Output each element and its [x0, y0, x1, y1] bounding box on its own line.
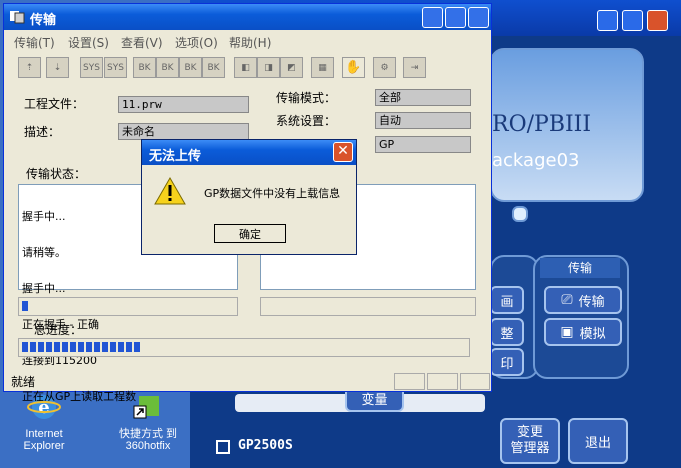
system-setting-label: 系统设置：: [276, 114, 337, 128]
progress-segment: [70, 342, 76, 352]
simulate-button[interactable]: ▣ 模拟: [544, 318, 622, 346]
tool-download-icon[interactable]: ⇣: [46, 57, 69, 78]
exit-button[interactable]: 退出: [568, 418, 628, 464]
progress-segment: [134, 342, 140, 352]
simulate-icon: ▣: [560, 324, 574, 340]
progress-segment: [62, 342, 68, 352]
logo-text: RO/PBIII: [492, 112, 592, 137]
bg-close-icon[interactable]: [647, 10, 668, 31]
transfer-mode-label: 传输模式：: [276, 91, 337, 105]
transfer-section-header: 传输: [540, 258, 620, 278]
project-file-label: 工程文件：: [24, 97, 85, 111]
tool-receive-icon[interactable]: ◨: [257, 57, 280, 78]
shortcut-label-line2: 360hotfix: [125, 440, 171, 452]
progress-segment: [38, 342, 44, 352]
status-pane-2: [427, 373, 458, 390]
status-pane-1: [394, 373, 425, 390]
bg-maximize-icon[interactable]: [622, 10, 643, 31]
progress-segment: [54, 342, 60, 352]
progress-segment: [126, 342, 132, 352]
transfer-button-label: 传输: [578, 294, 605, 310]
tool-hand-icon[interactable]: ✋: [342, 57, 365, 78]
tool-settings-icon[interactable]: ⚙: [373, 57, 396, 78]
close-icon[interactable]: [468, 7, 489, 28]
menu-view[interactable]: 查看(V): [121, 34, 163, 51]
change-manager-line1: 变更: [516, 425, 543, 440]
menu-options[interactable]: 选项(O): [175, 34, 218, 51]
bg-minimize-icon[interactable]: [597, 10, 618, 31]
partial-button-2[interactable]: 整: [490, 318, 524, 346]
tool-compare-icon[interactable]: ◩: [280, 57, 303, 78]
error-dialog-titlebar[interactable]: 无法上传 ✕: [142, 140, 356, 165]
slider-knob[interactable]: [512, 206, 528, 222]
tool-backup3-icon[interactable]: BK: [179, 57, 202, 78]
ie-label-line2: Explorer: [23, 440, 65, 452]
project-file-field: 11.prw: [118, 96, 249, 113]
tool-backup4-icon[interactable]: BK: [202, 57, 225, 78]
log-line: 握手中...: [22, 282, 66, 295]
status-progress-bar: [18, 297, 238, 316]
tool-sys-down-icon[interactable]: SYS: [104, 57, 127, 78]
ok-button[interactable]: 确定: [214, 224, 286, 243]
change-manager-button[interactable]: 变更 管理器: [500, 418, 560, 464]
partial-button-1[interactable]: 画: [490, 286, 524, 314]
progress-segment: [94, 342, 100, 352]
tool-send-icon[interactable]: ◧: [234, 57, 257, 78]
log-line: 正在从GP上读取工程数: [22, 390, 137, 403]
minimize-icon[interactable]: [422, 7, 443, 28]
progress-segment: [110, 342, 116, 352]
progress-segment: [46, 342, 52, 352]
transfer-window-title: 传输: [30, 13, 57, 28]
tool-sys-up-icon[interactable]: SYS: [80, 57, 103, 78]
description-label: 描述：: [24, 125, 61, 139]
progress-segment: [30, 342, 36, 352]
gp-model-icon: [216, 440, 230, 454]
warning-icon: [154, 176, 186, 206]
progress-segment: [102, 342, 108, 352]
shortcut-label-line1: 快捷方式 到: [118, 428, 178, 440]
progress-segment: [86, 342, 92, 352]
total-progress-label: 总进度：: [34, 323, 83, 337]
gp-field: GP: [375, 136, 471, 153]
error-dialog-message: GP数据文件中没有上载信息: [204, 187, 341, 200]
transfer-status-label: 传输状态：: [26, 167, 87, 181]
progress-segment: [118, 342, 124, 352]
total-progress-bar: [18, 338, 470, 357]
error-dialog-title: 无法上传: [149, 149, 202, 164]
secondary-progress-bar: [260, 297, 476, 316]
system-setting-field: 自动: [375, 112, 471, 129]
transfer-window-titlebar[interactable]: 传输: [4, 4, 491, 30]
transfer-icon: ⎚: [561, 292, 573, 308]
progress-segment: [22, 342, 28, 352]
ie-label-line1: Internet: [25, 428, 63, 440]
menu-transfer[interactable]: 传输(T): [14, 34, 55, 51]
change-manager-line2: 管理器: [510, 441, 550, 456]
tool-exit-icon[interactable]: ⇥: [403, 57, 426, 78]
description-field: 未命名: [118, 123, 249, 140]
progress-segment: [22, 301, 28, 311]
menu-settings[interactable]: 设置(S): [68, 34, 109, 51]
status-text: 就绪: [11, 375, 36, 389]
progress-segment: [78, 342, 84, 352]
tool-device-icon[interactable]: ▦: [311, 57, 334, 78]
dialog-close-icon[interactable]: ✕: [333, 142, 353, 162]
status-pane-3: [460, 373, 490, 390]
menu-help[interactable]: 帮助(H): [229, 34, 271, 51]
gp-model-label: GP2500S: [238, 438, 293, 453]
package-text: ackage03: [492, 150, 580, 171]
transfer-window-icon: [9, 9, 25, 24]
tool-upload-icon[interactable]: ⇡: [18, 57, 41, 78]
error-dialog: 无法上传 ✕ GP数据文件中没有上载信息 确定: [141, 139, 357, 255]
menu-bar: 传输(T) 设置(S) 查看(V) 选项(O) 帮助(H): [4, 31, 491, 51]
maximize-icon[interactable]: [445, 7, 466, 28]
transfer-button[interactable]: ⎚ 传输: [544, 286, 622, 314]
partial-button-3[interactable]: 印: [490, 348, 524, 376]
transfer-mode-field: 全部: [375, 89, 471, 106]
simulate-button-label: 模拟: [579, 326, 606, 342]
tool-backup2-icon[interactable]: BK: [156, 57, 179, 78]
tool-backup-icon[interactable]: BK: [133, 57, 156, 78]
